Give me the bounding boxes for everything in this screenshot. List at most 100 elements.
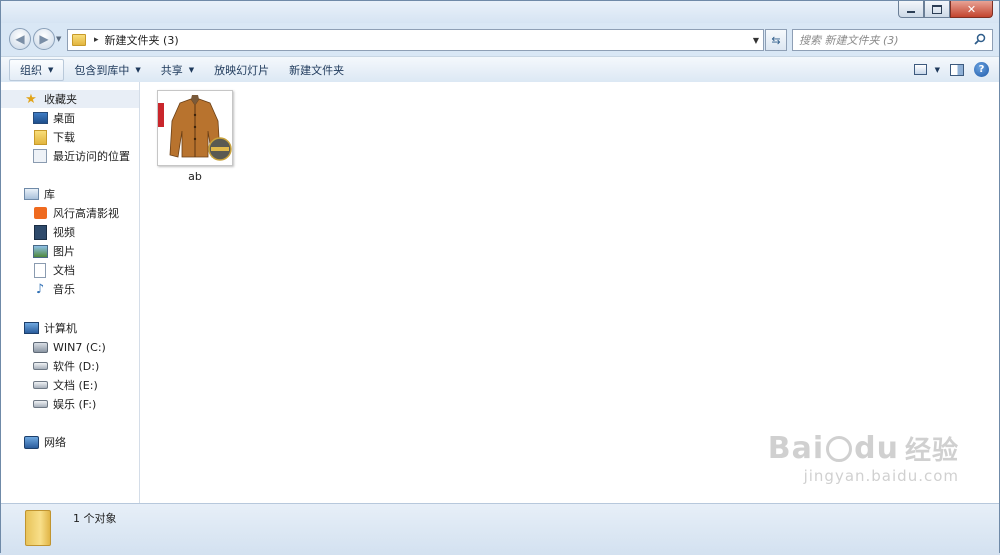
nav-item-label: 文档 (E:) [53, 379, 98, 392]
watermark-url: jingyan.baidu.com [803, 467, 959, 485]
refresh-icon: ⇆ [771, 33, 781, 47]
desktop-icon [32, 111, 48, 125]
file-list-pane: ab Bai du 经验 jingyan.baidu.com [140, 82, 999, 503]
slideshow-label: 放映幻灯片 [214, 63, 270, 77]
change-view-button[interactable]: ▼ [913, 64, 940, 75]
explorer-window: ✕ ◀ ▶ ▼ ▸ 新建文件夹 (3) ▼ ⇆ 搜索 新建文件夹 (3) 组织 … [0, 0, 1000, 555]
new-folder-button[interactable]: 新建文件夹 [279, 59, 354, 81]
forward-arrow-icon: ▶ [39, 32, 49, 46]
search-input[interactable]: 搜索 新建文件夹 (3) [799, 32, 899, 48]
image-thumbnail [157, 90, 233, 166]
close-button[interactable]: ✕ [950, 1, 993, 18]
back-arrow-icon: ◀ [15, 32, 25, 46]
computer-icon [23, 321, 39, 335]
nav-item-drive-f[interactable]: 娱乐 (F:) [1, 395, 139, 413]
nav-item-label: 图片 [53, 245, 75, 258]
organize-button[interactable]: 组织 ▼ [9, 58, 65, 81]
nav-item-video-app[interactable]: 风行高清影视 [1, 204, 139, 222]
drive-icon [32, 397, 48, 411]
details-pane: 1 个对象 [1, 503, 999, 555]
nav-item-music[interactable]: ♪ 音乐 [1, 280, 139, 298]
nav-item-recent-places[interactable]: 最近访问的位置 [1, 147, 139, 165]
folder-icon [72, 34, 86, 46]
minimize-button[interactable] [898, 1, 924, 18]
documents-icon [32, 262, 48, 278]
nav-item-pictures[interactable]: 图片 [1, 242, 139, 260]
file-item[interactable]: ab [140, 82, 250, 192]
fengxing-app-icon [32, 206, 48, 220]
library-icon [23, 187, 39, 201]
dropdown-arrow-icon: ▼ [135, 65, 141, 74]
nav-favorites-label: 收藏夹 [44, 93, 77, 106]
nav-item-videos[interactable]: 视频 [1, 223, 139, 241]
breadcrumb-arrow-icon[interactable]: ▸ [94, 35, 99, 45]
file-name: ab [188, 170, 202, 183]
nav-item-label: WIN7 (C:) [53, 340, 106, 354]
nav-item-label: 软件 (D:) [53, 360, 100, 373]
nav-computer[interactable]: 计算机 [1, 319, 139, 337]
watermark-suffix: 经验 [904, 436, 959, 466]
address-bar[interactable]: ▸ 新建文件夹 (3) ▼ [67, 29, 764, 51]
network-icon [23, 435, 39, 449]
include-in-library-label: 包含到库中 [74, 63, 130, 77]
nav-item-label: 娱乐 (F:) [53, 398, 97, 411]
recent-places-icon [32, 149, 48, 163]
music-icon: ♪ [35, 281, 45, 297]
paw-icon [826, 435, 853, 462]
slideshow-button[interactable]: 放映幻灯片 [204, 59, 279, 81]
preview-pane-button[interactable] [950, 63, 964, 76]
nav-item-label: 最近访问的位置 [53, 150, 130, 163]
back-button[interactable]: ◀ [9, 28, 31, 50]
dropdown-arrow-icon: ▼ [48, 65, 54, 74]
nav-item-documents[interactable]: 文档 [1, 261, 139, 279]
share-button[interactable]: 共享 ▼ [151, 59, 204, 81]
system-drive-icon [32, 340, 48, 354]
nav-item-drive-c[interactable]: WIN7 (C:) [1, 338, 139, 356]
search-box[interactable]: 搜索 新建文件夹 (3) [792, 29, 993, 51]
nav-network-label: 网络 [44, 436, 66, 449]
watermark-brand-2: du [854, 431, 899, 466]
watermark-brand: Bai [767, 431, 825, 466]
history-dropdown-icon[interactable]: ▼ [56, 35, 61, 43]
nav-favorites[interactable]: ★ 收藏夹 [1, 90, 139, 108]
drive-icon [32, 378, 48, 392]
maximize-icon [932, 4, 942, 14]
nav-item-label: 音乐 [53, 283, 75, 296]
nav-item-drive-e[interactable]: 文档 (E:) [1, 376, 139, 394]
nav-item-drive-d[interactable]: 软件 (D:) [1, 357, 139, 375]
search-icon[interactable] [974, 33, 986, 48]
downloads-icon [32, 129, 48, 145]
navigation-pane: ★ 收藏夹 桌面 下载 最近访问的位置 库 风行高清影视 视频 图片 文档 ♪ … [1, 82, 140, 503]
close-icon: ✕ [966, 2, 977, 16]
nav-libraries-label: 库 [44, 188, 55, 201]
folder-large-icon [25, 510, 51, 546]
nav-item-label: 文档 [53, 264, 75, 277]
nav-network[interactable]: 网络 [1, 433, 139, 451]
nav-libraries[interactable]: 库 [1, 185, 139, 203]
new-folder-label: 新建文件夹 [289, 63, 345, 77]
forward-button[interactable]: ▶ [33, 28, 55, 50]
video-icon [32, 224, 48, 240]
dropdown-arrow-icon: ▼ [188, 65, 195, 74]
command-toolbar: 组织 ▼ 包含到库中 ▼ 共享 ▼ 放映幻灯片 新建文件夹 ▼ ? [1, 56, 999, 83]
status-text: 1 个对象 [73, 512, 117, 525]
title-bar: ✕ [1, 1, 999, 23]
help-button[interactable]: ? [974, 62, 989, 77]
view-icon [913, 64, 927, 75]
breadcrumb-current-folder[interactable]: 新建文件夹 (3) [105, 32, 179, 48]
baidu-watermark: Bai du 经验 jingyan.baidu.com [768, 430, 959, 485]
include-in-library-button[interactable]: 包含到库中 ▼ [64, 59, 150, 81]
address-dropdown-icon[interactable]: ▼ [753, 36, 759, 45]
pictures-icon [32, 244, 48, 258]
nav-item-downloads[interactable]: 下载 [1, 128, 139, 146]
nav-item-desktop[interactable]: 桌面 [1, 109, 139, 127]
drive-icon [32, 359, 48, 373]
maximize-button[interactable] [924, 1, 950, 18]
nav-item-label: 桌面 [53, 112, 75, 125]
organize-label: 组织 [20, 63, 42, 77]
jacket-image-icon [158, 91, 232, 165]
refresh-button[interactable]: ⇆ [765, 29, 787, 51]
nav-item-label: 下载 [53, 131, 75, 144]
nav-item-label: 风行高清影视 [53, 207, 119, 220]
nav-item-label: 视频 [53, 226, 75, 239]
